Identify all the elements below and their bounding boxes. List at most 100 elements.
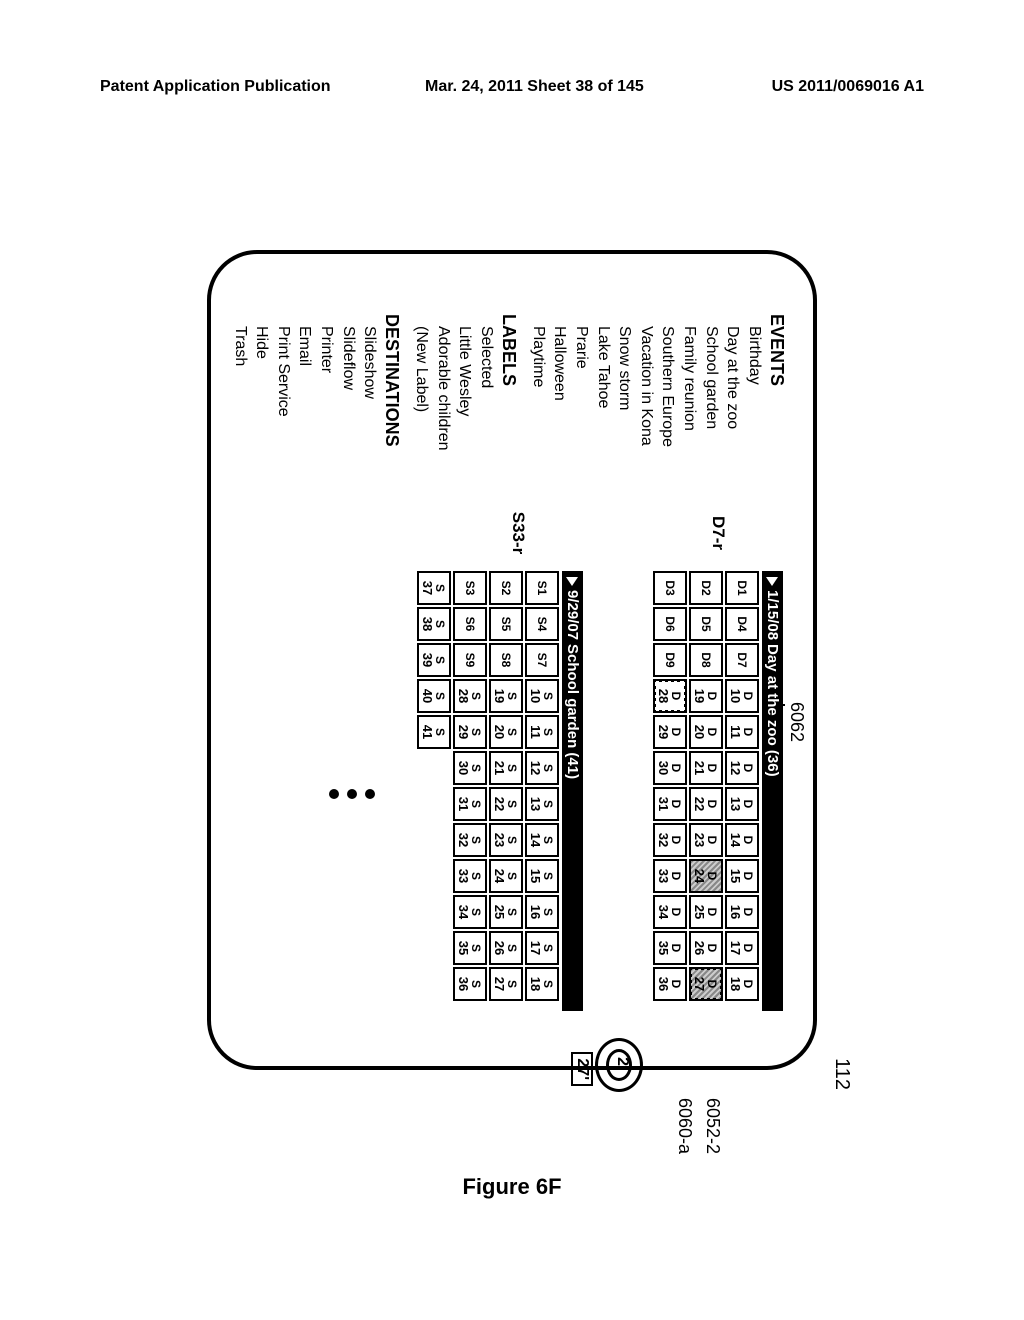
destination-item[interactable]: Email — [294, 314, 316, 489]
thumbnail[interactable]: S40 — [417, 679, 451, 713]
thumbnail[interactable]: S26 — [489, 931, 523, 965]
thumbnail[interactable]: S14 — [525, 823, 559, 857]
disclosure-triangle-icon[interactable] — [767, 577, 779, 586]
thumbnail[interactable]: D10 — [725, 679, 759, 713]
thumbnail[interactable]: D1 — [725, 571, 759, 605]
thumbnail[interactable]: D27 — [689, 967, 723, 1001]
thumbnail[interactable]: D18 — [725, 967, 759, 1001]
thumbnail[interactable]: D23 — [689, 823, 723, 857]
thumbnail[interactable]: D4 — [725, 607, 759, 641]
thumbnail[interactable]: S18 — [525, 967, 559, 1001]
event-item[interactable]: Southern Europe — [657, 314, 679, 489]
thumbnail[interactable]: S4 — [525, 607, 559, 641]
event-item[interactable]: School garden — [700, 314, 722, 489]
thumbnail[interactable]: S5 — [489, 607, 523, 641]
thumbnail[interactable]: D30 — [653, 751, 687, 785]
thumbnail[interactable]: D28 — [653, 679, 687, 713]
thumbnail[interactable]: S32 — [453, 823, 487, 857]
thumbnail[interactable]: D16 — [725, 895, 759, 929]
event-item[interactable]: Birthday — [743, 314, 765, 489]
thumbnail[interactable]: S15 — [525, 859, 559, 893]
thumbnail[interactable]: S36 — [453, 967, 487, 1001]
thumbnail[interactable]: S31 — [453, 787, 487, 821]
thumbnail[interactable]: S6 — [453, 607, 487, 641]
thumbnail[interactable]: S16 — [525, 895, 559, 929]
thumbnail[interactable]: D24 — [689, 859, 723, 893]
thumbnail[interactable]: S17 — [525, 931, 559, 965]
destination-item[interactable]: Print Service — [272, 314, 294, 489]
destination-item[interactable]: Trash — [229, 314, 251, 489]
thumbnail[interactable]: S29 — [453, 715, 487, 749]
thumbnail[interactable]: D12 — [725, 751, 759, 785]
destination-item[interactable]: Printer — [315, 314, 337, 489]
thumbnail[interactable]: D21 — [689, 751, 723, 785]
thumbnail[interactable]: D33 — [653, 859, 687, 893]
thumbnail[interactable]: S23 — [489, 823, 523, 857]
thumbnail[interactable]: S37 — [417, 571, 451, 605]
destination-item[interactable]: Slideshow — [359, 314, 381, 489]
thumbnail[interactable]: D7 — [725, 643, 759, 677]
event-item[interactable]: Playtime — [527, 314, 549, 489]
thumbnail[interactable]: D5 — [689, 607, 723, 641]
thumbnail[interactable]: S10 — [525, 679, 559, 713]
thumbnail[interactable]: S34 — [453, 895, 487, 929]
thumbnail[interactable]: D20 — [689, 715, 723, 749]
thumbnail[interactable]: S24 — [489, 859, 523, 893]
thumbnail[interactable]: S11 — [525, 715, 559, 749]
thumbnail[interactable]: D15 — [725, 859, 759, 893]
thumbnail[interactable]: S3 — [453, 571, 487, 605]
thumbnail[interactable]: S35 — [453, 931, 487, 965]
thumbnail[interactable]: D8 — [689, 643, 723, 677]
label-item[interactable]: (New Label) — [411, 314, 433, 489]
thumbnail[interactable]: S1 — [525, 571, 559, 605]
disclosure-triangle-icon[interactable] — [567, 577, 579, 586]
thumbnail[interactable]: D2 — [689, 571, 723, 605]
thumbnail[interactable]: S13 — [525, 787, 559, 821]
thumbnail[interactable]: S41 — [417, 715, 451, 749]
thumbnail[interactable]: S33 — [453, 859, 487, 893]
thumbnail[interactable]: S9 — [453, 643, 487, 677]
thumbnail[interactable]: D9 — [653, 643, 687, 677]
thumbnail[interactable]: D35 — [653, 931, 687, 965]
thumbnail[interactable]: D19 — [689, 679, 723, 713]
thumbnail[interactable]: S2 — [489, 571, 523, 605]
representative-thumb[interactable]: D7-r — [708, 499, 728, 567]
group-header[interactable]: 9/29/07School garden (41) — [562, 571, 583, 1011]
thumbnail[interactable]: S7 — [525, 643, 559, 677]
thumbnail[interactable]: D13 — [725, 787, 759, 821]
thumbnail[interactable]: S27 — [489, 967, 523, 1001]
destination-item[interactable]: Hide — [251, 314, 273, 489]
label-item[interactable]: Adorable children — [432, 314, 454, 489]
thumbnail[interactable]: D11 — [725, 715, 759, 749]
event-item[interactable]: Halloween — [549, 314, 571, 489]
thumbnail[interactable]: D14 — [725, 823, 759, 857]
thumbnail[interactable]: S8 — [489, 643, 523, 677]
thumbnail[interactable]: D31 — [653, 787, 687, 821]
thumbnail[interactable]: S38 — [417, 607, 451, 641]
thumbnail[interactable]: S20 — [489, 715, 523, 749]
thumbnail[interactable]: D29 — [653, 715, 687, 749]
event-item[interactable]: Day at the zoo — [722, 314, 744, 489]
thumbnail[interactable]: D6 — [653, 607, 687, 641]
thumbnail[interactable]: D36 — [653, 967, 687, 1001]
thumbnail[interactable]: S25 — [489, 895, 523, 929]
thumbnail[interactable]: D26 — [689, 931, 723, 965]
event-item[interactable]: Family reunion — [678, 314, 700, 489]
thumbnail[interactable]: D34 — [653, 895, 687, 929]
thumbnail[interactable]: D17 — [725, 931, 759, 965]
representative-thumb[interactable]: S33-r — [508, 499, 528, 567]
label-item[interactable]: Little Wesley — [454, 314, 476, 489]
label-item[interactable]: Selected — [475, 314, 497, 489]
event-item[interactable]: Lake Tahoe — [592, 314, 614, 489]
thumbnail[interactable]: D22 — [689, 787, 723, 821]
event-item[interactable]: Prarie — [570, 314, 592, 489]
thumbnail[interactable]: S21 — [489, 751, 523, 785]
thumbnail[interactable]: S30 — [453, 751, 487, 785]
event-item[interactable]: Snow storm — [614, 314, 636, 489]
thumbnail[interactable]: S12 — [525, 751, 559, 785]
event-item[interactable]: Vacation in Kona — [635, 314, 657, 489]
thumbnail[interactable]: D25 — [689, 895, 723, 929]
thumbnail[interactable]: S22 — [489, 787, 523, 821]
destination-item[interactable]: Slideflow — [337, 314, 359, 489]
thumbnail[interactable]: D32 — [653, 823, 687, 857]
